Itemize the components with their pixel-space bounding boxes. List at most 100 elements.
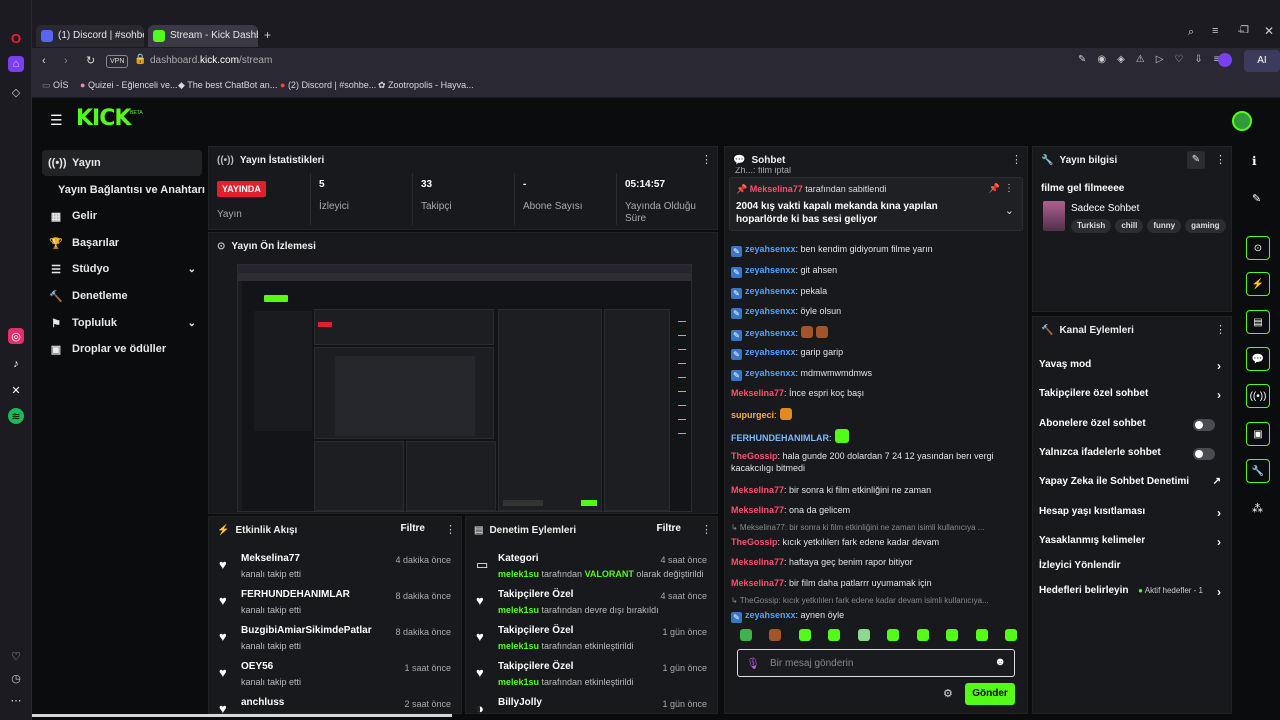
emote-icon[interactable] xyxy=(916,629,929,641)
pin-icon[interactable]: ◇ xyxy=(8,84,24,100)
chat-username[interactable]: zeyahsenxx xyxy=(745,306,796,316)
emote-icon[interactable] xyxy=(828,629,841,641)
action-banned-words[interactable]: Yasaklanmış kelimeler › xyxy=(1039,535,1221,557)
emoji-icon[interactable]: ☻ xyxy=(994,656,1006,668)
aria-ai-button[interactable]: AI xyxy=(1244,50,1280,72)
home-icon[interactable]: ⌂ xyxy=(8,56,24,72)
action-ai-moderation[interactable]: Yapay Zeka ile Sohbet Denetimi ↗ xyxy=(1039,476,1221,498)
url-field[interactable]: dashboard.kick.com/stream xyxy=(150,55,272,66)
toggle-switch[interactable] xyxy=(1193,419,1215,431)
new-tab-icon[interactable]: + xyxy=(264,28,271,42)
chat-input[interactable]: 🎙 Bir mesaj gönderin ☻ xyxy=(737,649,1015,677)
close-icon[interactable]: ✕ xyxy=(1264,24,1274,38)
emote-icon[interactable] xyxy=(740,629,752,641)
action-raid[interactable]: İzleyici Yönlendir xyxy=(1039,560,1221,582)
bookmark-quizei[interactable]: ● Quizei - Eğlenceli ve... xyxy=(80,80,177,90)
maximize-icon[interactable]: ❐ xyxy=(1240,25,1249,36)
action-slow-mode[interactable]: Yavaş mod › xyxy=(1039,359,1221,381)
mod-user[interactable]: melek1su xyxy=(498,569,539,579)
tool-video-button[interactable]: ▣ xyxy=(1246,422,1270,446)
action-emote-only[interactable]: Yalnızca ifadelerle sohbet xyxy=(1039,447,1221,469)
emote-icon[interactable] xyxy=(769,629,782,641)
chat-username[interactable]: zeyahsenxx xyxy=(745,286,796,296)
more-options-icon[interactable]: ⋮ xyxy=(701,523,712,536)
send-button[interactable]: Gönder xyxy=(965,683,1015,705)
tool-activity-button[interactable]: ⚡ xyxy=(1246,272,1270,296)
event-user[interactable]: BuzgibiAmiarSikimdePatlar xyxy=(241,625,372,636)
chat-scrollbar[interactable] xyxy=(1027,599,1028,617)
emote-icon[interactable] xyxy=(975,629,988,641)
chat-username[interactable]: Mekselina77 xyxy=(731,578,784,588)
kick-logo[interactable]: KICK xyxy=(76,106,131,131)
forward-icon[interactable]: › xyxy=(64,55,68,67)
event-user[interactable]: OEY56 xyxy=(241,661,273,672)
event-user[interactable]: Mekselina77 xyxy=(241,553,300,564)
tab-kick[interactable]: Stream - Kick Dashboard xyxy=(148,25,258,47)
action-account-age[interactable]: Hesap yaşı kısıtlaması › xyxy=(1039,506,1221,528)
emote-icon[interactable] xyxy=(946,629,959,641)
mod-user[interactable]: melek1su xyxy=(498,677,539,687)
spotify-icon[interactable]: ≋ xyxy=(8,408,24,424)
emote-icon[interactable] xyxy=(887,629,900,641)
opera-logo-icon[interactable]: O xyxy=(8,30,24,46)
sidebar-item-topluluk[interactable]: ⚑ Topluluk ⌄ xyxy=(42,310,202,336)
unpin-icon[interactable]: 📌 xyxy=(989,183,1000,194)
sidebar-item-yayin[interactable]: ((•)) Yayın xyxy=(42,150,202,176)
tag-chip[interactable]: chill xyxy=(1115,219,1144,233)
chat-username[interactable]: zeyahsenxx xyxy=(745,244,796,254)
chat-username[interactable]: Mekselina77 xyxy=(731,388,784,398)
sidebar-item-studyo[interactable]: ☰ Stüdyo ⌄ xyxy=(42,256,202,282)
emote-icon[interactable] xyxy=(798,629,811,641)
sidebar-item-denetleme[interactable]: 🔨 Denetleme xyxy=(42,283,202,309)
action-goals[interactable]: Hedefleri belirleyin ● Aktif hedefler - 1… xyxy=(1039,585,1221,607)
chat-username[interactable]: TheGossip xyxy=(731,451,778,461)
chat-username[interactable]: zeyahsenxx xyxy=(745,328,796,338)
edit-icon[interactable]: ✎ xyxy=(1187,151,1205,169)
category-name[interactable]: Sadece Sohbet xyxy=(1071,203,1139,214)
bookmark-discord[interactable]: ● (2) Discord | #sohbe... xyxy=(280,80,376,90)
apps-icon[interactable]: ⁂ xyxy=(1252,502,1263,515)
vpn-badge[interactable]: VPN xyxy=(106,55,129,68)
pinned-user[interactable]: Mekselina77 xyxy=(750,184,803,194)
tag-chip[interactable]: funny xyxy=(1147,219,1182,233)
mod-user[interactable]: melek1su xyxy=(498,605,539,615)
bookmark-ois[interactable]: ▭ OİS xyxy=(42,80,69,91)
tiktok-icon[interactable]: ♪ xyxy=(8,356,24,372)
menu-icon[interactable]: ≡ xyxy=(1212,25,1218,37)
extension-icons[interactable]: ✎◉◈⚠▷♡⇩≡ xyxy=(1078,54,1231,65)
more-options-icon[interactable]: ⋮ xyxy=(1215,153,1226,166)
profile-icon[interactable] xyxy=(1218,53,1232,67)
chat-username[interactable]: zeyahsenxx xyxy=(745,610,796,620)
settings-icon[interactable]: ⚙ xyxy=(943,687,953,700)
search-icon[interactable]: ⌕ xyxy=(1188,26,1194,39)
tool-wrench-button[interactable]: 🔧 xyxy=(1246,459,1270,483)
event-user[interactable]: anchluss xyxy=(241,697,284,708)
chat-username[interactable]: FERHUNDEHANIMLAR xyxy=(731,433,829,443)
hamburger-icon[interactable]: ☰ xyxy=(50,112,63,129)
sidebar-item-stream-key[interactable]: Yayın Bağlantısı ve Anahtarı xyxy=(52,177,212,203)
chat-username[interactable]: zeyahsenxx xyxy=(745,368,796,378)
more-icon[interactable]: ⋯ xyxy=(8,692,24,708)
history-icon[interactable]: ◷ xyxy=(8,670,24,686)
more-options-icon[interactable]: ⋮ xyxy=(1011,153,1022,166)
more-options-icon[interactable]: ⋮ xyxy=(1004,183,1014,194)
more-options-icon[interactable]: ⋮ xyxy=(1215,323,1226,336)
sidebar-item-basarilar[interactable]: 🏆 Başarılar xyxy=(42,230,202,256)
tool-chat-button[interactable]: 💬 xyxy=(1246,347,1270,371)
chat-username[interactable]: Mekselina77 xyxy=(731,485,784,495)
bookmark-zootropolis[interactable]: ✿ Zootropolis - Hayva... xyxy=(378,80,474,91)
tag-chip[interactable]: Turkish xyxy=(1071,219,1112,233)
tag-chip[interactable]: gaming xyxy=(1185,219,1226,233)
bookmark-chatbot[interactable]: ◆ The best ChatBot an... xyxy=(178,80,277,91)
toggle-switch[interactable] xyxy=(1193,448,1215,460)
tool-broadcast-button[interactable]: ((•)) xyxy=(1246,384,1270,408)
sidebar-item-gelir[interactable]: ▦ Gelir xyxy=(42,203,202,229)
tab-discord[interactable]: (1) Discord | #sohbet | İla... xyxy=(36,25,144,47)
chat-username[interactable]: Mekselina77 xyxy=(731,557,784,567)
x-icon[interactable]: ✕ xyxy=(8,382,24,398)
reload-icon[interactable]: ↻ xyxy=(86,54,95,67)
chat-username[interactable]: TheGossip xyxy=(731,537,778,547)
chevron-down-icon[interactable]: ⌄ xyxy=(1005,204,1014,217)
avatar[interactable] xyxy=(1232,111,1252,131)
filter-button[interactable]: Filtre xyxy=(657,523,681,534)
